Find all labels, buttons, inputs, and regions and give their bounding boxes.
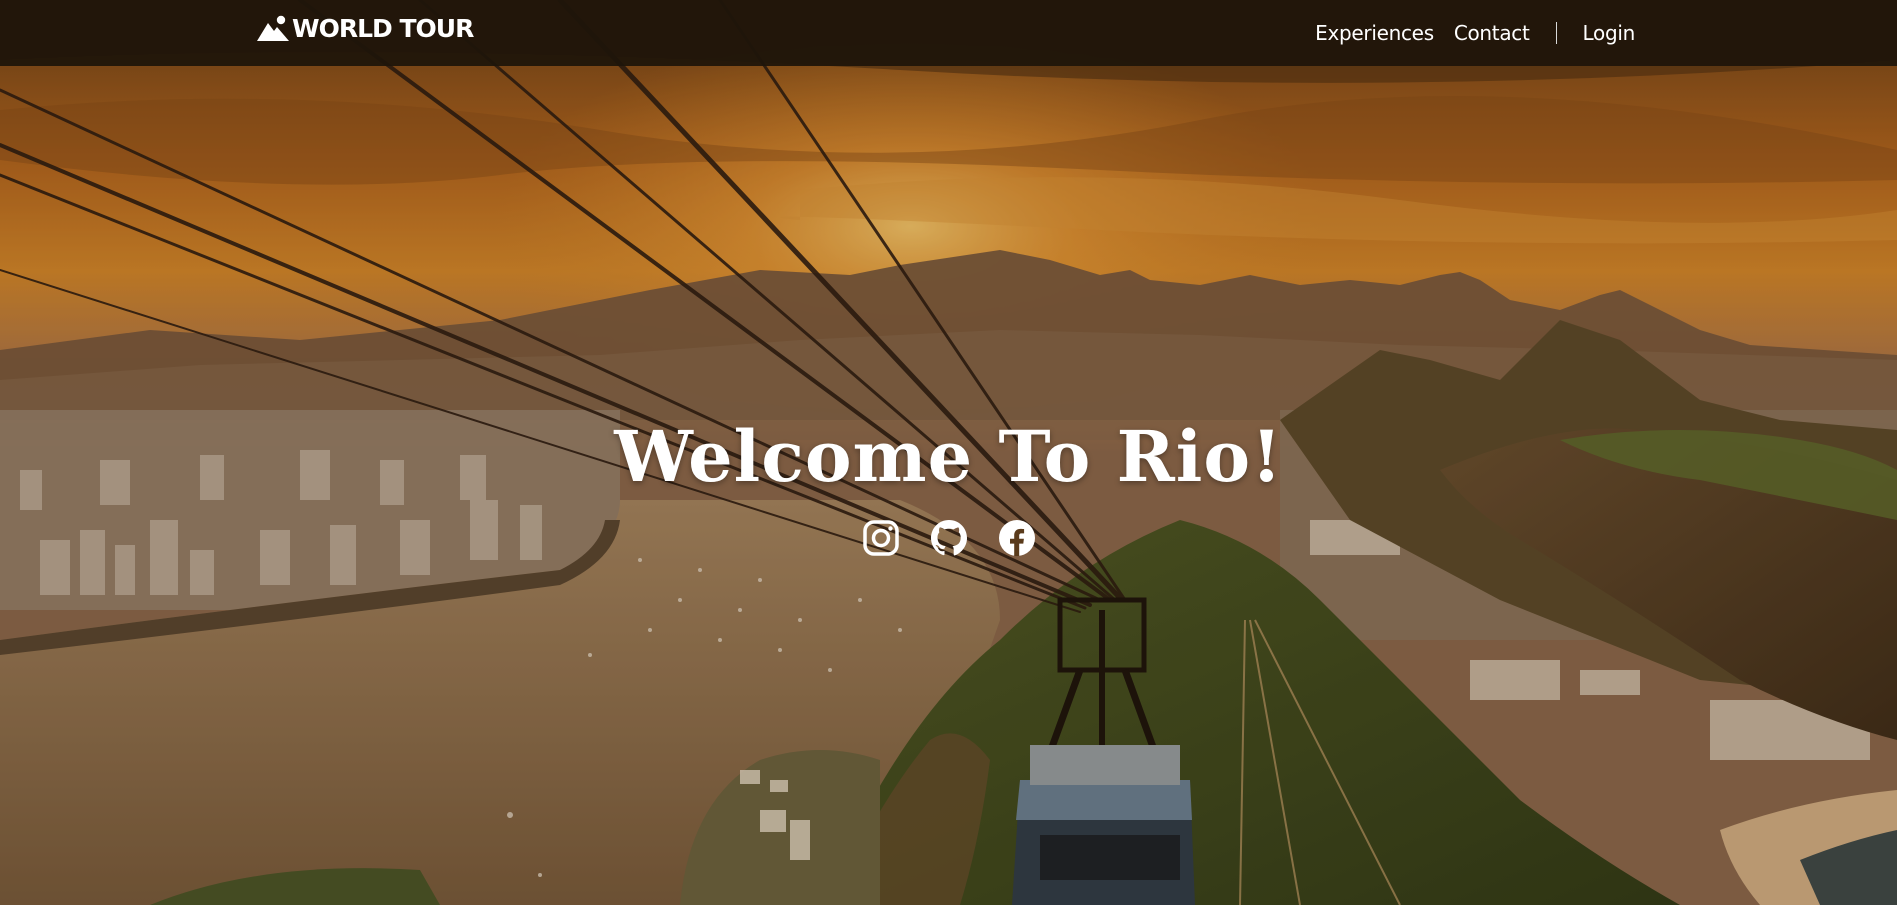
facebook-icon[interactable] — [997, 518, 1037, 558]
hero-section: Welcome To Rio! — [0, 0, 1897, 905]
hero-content: Welcome To Rio! — [0, 415, 1897, 558]
social-links — [0, 518, 1897, 558]
nav-divider — [1555, 22, 1557, 44]
nav-link-contact[interactable]: Contact — [1454, 21, 1530, 45]
nav-link-experiences[interactable]: Experiences — [1315, 21, 1434, 45]
github-icon[interactable] — [929, 518, 969, 558]
navbar: WORLD TOUR Experiences Contact Login — [0, 0, 1897, 66]
brand-link[interactable]: WORLD TOUR — [256, 14, 474, 43]
hero-title: Welcome To Rio! — [614, 415, 1283, 498]
brand-name: WORLD TOUR — [292, 14, 474, 43]
instagram-icon[interactable] — [861, 518, 901, 558]
nav-links: Experiences Contact Login — [1315, 0, 1635, 66]
mountain-icon — [257, 15, 289, 41]
login-link[interactable]: Login — [1583, 21, 1636, 45]
